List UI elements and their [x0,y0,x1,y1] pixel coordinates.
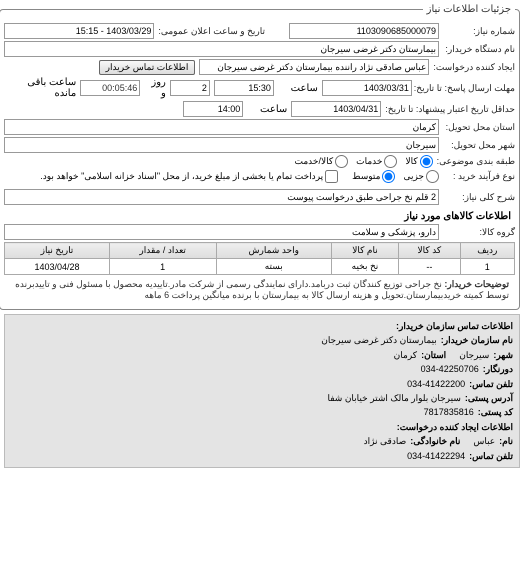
deadline-send-label: مهلت ارسال پاسخ: تا تاریخ: [416,83,515,94]
creator-input[interactable] [199,59,429,75]
need-details-fieldset: جزئیات اطلاعات نیاز شماره نیاز: تاریخ و … [0,4,520,310]
goods-table: ردیف کد کالا نام کالا واحد شمارش تعداد /… [4,242,515,275]
province-label: استان محل تحویل: [443,122,515,133]
validity-label: حداقل تاریخ اعتبار پیشنهاد: تا تاریخ: [385,104,515,115]
time-label-2: ساعت [247,104,287,115]
city-input[interactable] [4,137,439,153]
th-reqdate: تاریخ نیاز [5,243,109,259]
contact-name: عباس [473,434,495,448]
contact-title: اطلاعات تماس سازمان خریدار: [396,319,513,333]
deadline-send-time-input[interactable] [214,80,274,96]
contact-phone: 034-41422200 [407,377,465,391]
buyer-note-label: توضیحات خریدار: [444,279,509,289]
budget-both-option[interactable]: کالا/خدمت [295,155,349,168]
contact-city-label: شهر: [493,348,513,362]
buyer-contact-info: اطلاعات تماس سازمان خریدار: نام سازمان خ… [4,314,520,468]
td-row: 1 [460,259,514,275]
process-label: نوع فرآیند خرید : [443,171,515,182]
th-name: نام کالا [331,243,398,259]
buyer-org-label: نام دستگاه خریدار: [443,44,515,55]
buyer-contact-button[interactable]: اطلاعات تماس خریدار [99,60,196,75]
contact-org-label: نام سازمان خریدار: [441,333,513,347]
req-no-input[interactable] [289,23,439,39]
contact-province-label: استان: [421,348,446,362]
desc-label: شرح کلی نیاز: [443,192,515,203]
process-low-option[interactable]: جزیی [403,170,439,183]
process-mid-option[interactable]: متوسط [352,170,395,183]
table-header-row: ردیف کد کالا نام کالا واحد شمارش تعداد /… [5,243,515,259]
validity-time-input[interactable] [183,101,243,117]
goods-group-input[interactable] [4,224,439,240]
contact-cphone: 034-41422294 [407,449,465,463]
td-code: -- [399,259,460,275]
td-name: نخ بخیه [331,259,398,275]
th-code: کد کالا [399,243,460,259]
budget-kala-option[interactable]: کالا [405,155,432,168]
contact-lastname-label: نام خانوادگی: [410,434,460,448]
contact-phone-label: تلفن تماس: [469,377,513,391]
process-low-radio[interactable] [426,170,439,183]
deadline-send-date-input[interactable] [322,80,412,96]
buyer-note-block: توضیحات خریدار: نخ جراحی توزیع کنندگان ث… [10,279,509,301]
announce-date-label: تاریخ و ساعت اعلان عمومی: [158,26,265,37]
day-label: روز و [144,77,166,99]
budget-khadamat-option[interactable]: خدمات [356,155,397,168]
req-no-label: شماره نیاز: [443,26,515,37]
contact-fax: 034-42250706 [421,362,479,376]
budget-kala-radio[interactable] [420,155,433,168]
remain-time-input [80,80,140,96]
budget-label: طبقه بندی موضوعی: [437,156,515,167]
table-row[interactable]: 1 -- نخ بخیه بسته 1 1403/04/28 [5,259,515,275]
city-label: شهر محل تحویل: [443,140,515,151]
budget-both-radio[interactable] [335,155,348,168]
validity-date-input[interactable] [291,101,381,117]
contact-addr: سیرجان بلوار مالک اشتر خیابان شفا [327,391,460,405]
creator-label: ایجاد کننده درخواست: [433,62,515,73]
contact-fax-label: دورنگار: [483,362,513,376]
buyer-org-input[interactable] [4,41,439,57]
goods-info-title: اطلاعات کالاهای مورد نیاز [8,211,511,222]
contact-postal-label: کد پستی: [478,405,513,419]
th-row: ردیف [460,243,514,259]
buyer-note-text: نخ جراحی توزیع کنندگان ثبت دربامد.دارای … [15,279,509,300]
treasury-checkbox[interactable] [325,170,338,183]
fieldset-legend: جزئیات اطلاعات نیاز [423,4,515,15]
contact-lastname: صادقی نژاد [364,434,407,448]
th-unit: واحد شمارش [216,243,331,259]
contact-province: کرمان [394,348,417,362]
announce-date-input[interactable] [4,23,154,39]
contact-cphone-label: تلفن تماس: [469,449,513,463]
td-unit: بسته [216,259,331,275]
contact-postal: 7817835816 [424,405,474,419]
td-qty: 1 [109,259,216,275]
desc-input[interactable] [4,189,439,205]
process-radio-group: جزیی متوسط [352,170,439,183]
time-label-1: ساعت [278,83,318,94]
contact-name-label: نام: [499,434,513,448]
remain-label: ساعت باقی مانده [4,77,76,99]
contact-org: بیمارستان دکتر غرضی سیرجان [321,333,437,347]
province-input[interactable] [4,119,439,135]
budget-khadamat-radio[interactable] [384,155,397,168]
goods-group-label: گروه کالا: [443,227,515,238]
remain-days-input [170,80,210,96]
td-reqdate: 1403/04/28 [5,259,109,275]
treasury-check-option[interactable]: پرداخت تمام یا بخشی از مبلغ خرید، از محل… [40,170,338,183]
creator-title: اطلاعات ایجاد کننده درخواست: [397,420,513,434]
budget-radio-group: کالا خدمات کالا/خدمت [295,155,433,168]
process-mid-radio[interactable] [382,170,395,183]
contact-city: سیرجان [459,348,489,362]
contact-addr-label: آدرس پستی: [465,391,513,405]
th-qty: تعداد / مقدار [109,243,216,259]
